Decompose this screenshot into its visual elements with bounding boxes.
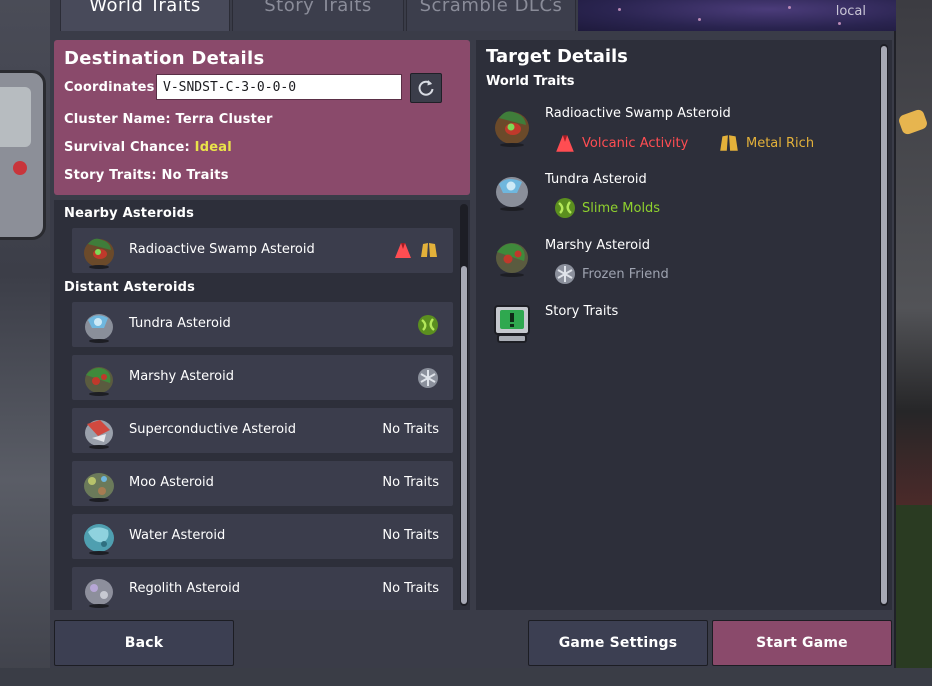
distant-asteroids-title: Distant Asteroids bbox=[64, 280, 196, 295]
back-button[interactable]: Back bbox=[54, 620, 234, 666]
asteroid-list-panel[interactable]: Nearby Asteroids Radioactive Swamp Aster… bbox=[54, 200, 470, 610]
background-left bbox=[0, 0, 52, 686]
world-traits-heading: World Traits bbox=[486, 74, 575, 89]
background-machine-light bbox=[13, 161, 27, 175]
tab-banner-text: local bbox=[835, 4, 866, 19]
destination-details-title: Destination Details bbox=[64, 48, 265, 69]
volcanic-activity-icon bbox=[556, 135, 574, 152]
cluster-setup-window: World Traits Story Traits Scramble DLCs … bbox=[50, 0, 896, 668]
asteroid-name: Tundra Asteroid bbox=[129, 316, 231, 331]
target-asteroid-name: Radioactive Swamp Asteroid bbox=[545, 106, 731, 121]
survival-chance-row: Survival Chance: Ideal bbox=[64, 140, 232, 155]
slime-molds-icon bbox=[555, 198, 575, 218]
asteroid-row-marshy[interactable]: Marshy Asteroid bbox=[72, 355, 453, 400]
tundra-asteroid-icon bbox=[496, 177, 528, 211]
background-poster bbox=[894, 505, 932, 686]
volcanic-activity-icon bbox=[395, 243, 411, 258]
tundra-asteroid-icon bbox=[85, 314, 113, 343]
asteroid-traits-text: No Traits bbox=[382, 422, 439, 437]
start-game-button[interactable]: Start Game bbox=[712, 620, 892, 666]
target-asteroid-name: Tundra Asteroid bbox=[545, 172, 647, 187]
asteroid-traits-text: No Traits bbox=[382, 475, 439, 490]
target-details-panel: Target Details World Traits Radioactive … bbox=[476, 40, 892, 610]
target-asteroid-name: Marshy Asteroid bbox=[545, 238, 651, 253]
trait-frozen-friend: Frozen Friend bbox=[554, 263, 669, 285]
metal-rich-icon bbox=[421, 243, 437, 257]
background-machine bbox=[0, 70, 46, 240]
background-bottom bbox=[0, 668, 932, 686]
trait-label: Volcanic Activity bbox=[582, 135, 689, 151]
asteroid-trait-icons bbox=[417, 314, 439, 336]
tab-banner: local bbox=[578, 0, 896, 31]
asteroid-name: Moo Asteroid bbox=[129, 475, 214, 490]
trait-slime-molds: Slime Molds bbox=[554, 197, 660, 219]
cluster-name-value: Terra Cluster bbox=[175, 112, 273, 127]
cluster-name-row: Cluster Name: Terra Cluster bbox=[64, 112, 273, 127]
target-details-title: Target Details bbox=[486, 46, 628, 67]
trait-label: Metal Rich bbox=[746, 135, 815, 151]
tab-world-traits-label: World Traits bbox=[89, 0, 201, 16]
cluster-name-label: Cluster Name: bbox=[64, 112, 171, 127]
tab-scramble-dlcs[interactable]: Scramble DLCs bbox=[406, 0, 576, 31]
asteroid-row-tundra[interactable]: Tundra Asteroid bbox=[72, 302, 453, 347]
asteroid-trait-icons bbox=[417, 367, 439, 389]
asteroid-row-moo[interactable]: Moo Asteroid No Traits bbox=[72, 461, 453, 506]
asteroid-row-water[interactable]: Water Asteroid No Traits bbox=[72, 514, 453, 559]
story-traits-label: Story Traits: bbox=[64, 168, 157, 183]
asteroid-name: Water Asteroid bbox=[129, 528, 226, 543]
slime-molds-icon bbox=[418, 315, 438, 335]
asteroid-row-radioactive-swamp[interactable]: Radioactive Swamp Asteroid bbox=[72, 228, 453, 273]
story-traits-value: No Traits bbox=[161, 168, 229, 183]
background-right bbox=[890, 0, 932, 686]
metal-rich-icon bbox=[720, 135, 738, 151]
asteroid-list-scrollbar[interactable] bbox=[460, 204, 468, 606]
destination-details-panel: Destination Details Coordinates: Cluster… bbox=[54, 40, 470, 195]
regolith-asteroid-icon bbox=[85, 579, 113, 608]
frozen-friend-icon bbox=[555, 264, 575, 284]
marshy-asteroid-icon bbox=[85, 367, 113, 396]
frozen-friend-icon bbox=[418, 368, 438, 388]
tab-scramble-dlcs-label: Scramble DLCs bbox=[419, 0, 563, 16]
tab-story-traits[interactable]: Story Traits bbox=[232, 0, 404, 31]
reroll-coordinates-button[interactable] bbox=[410, 73, 442, 103]
trait-label: Frozen Friend bbox=[582, 266, 669, 282]
asteroid-list-scrollbar-thumb[interactable] bbox=[461, 266, 467, 604]
water-asteroid-icon bbox=[84, 524, 114, 555]
computer-terminal-icon bbox=[494, 305, 530, 343]
game-settings-button[interactable]: Game Settings bbox=[528, 620, 708, 666]
coordinates-label: Coordinates: bbox=[64, 80, 160, 95]
nearby-asteroids-title: Nearby Asteroids bbox=[64, 206, 195, 221]
radioactive-swamp-asteroid-icon bbox=[495, 111, 529, 147]
story-traits-label: Story Traits bbox=[545, 304, 619, 319]
coordinates-field[interactable] bbox=[156, 74, 402, 100]
asteroid-name: Marshy Asteroid bbox=[129, 369, 235, 384]
tab-story-traits-label: Story Traits bbox=[264, 0, 372, 16]
background-machine-screen bbox=[0, 87, 31, 147]
moo-asteroid-icon bbox=[84, 473, 114, 502]
asteroid-traits-text: No Traits bbox=[382, 528, 439, 543]
asteroid-name: Radioactive Swamp Asteroid bbox=[129, 242, 315, 257]
trait-label: Slime Molds bbox=[582, 200, 661, 216]
tab-world-traits[interactable]: World Traits bbox=[60, 0, 230, 31]
trait-volcanic-activity: Volcanic Activity bbox=[554, 132, 688, 154]
refresh-icon bbox=[418, 80, 434, 96]
asteroid-row-regolith[interactable]: Regolith Asteroid No Traits bbox=[72, 567, 453, 610]
background-duplicant-hand bbox=[897, 108, 929, 136]
asteroid-trait-icons bbox=[393, 240, 439, 260]
asteroid-name: Superconductive Asteroid bbox=[129, 422, 296, 437]
asteroid-name: Regolith Asteroid bbox=[129, 581, 240, 596]
marshy-asteroid-icon bbox=[496, 243, 528, 277]
asteroid-row-superconductive[interactable]: Superconductive Asteroid No Traits bbox=[72, 408, 453, 453]
superconductive-asteroid-icon bbox=[85, 420, 113, 449]
tab-bar: World Traits Story Traits Scramble DLCs … bbox=[50, 0, 896, 31]
radioactive-swamp-asteroid-icon bbox=[84, 238, 114, 269]
trait-metal-rich: Metal Rich bbox=[718, 132, 814, 154]
asteroid-traits-text: No Traits bbox=[382, 581, 439, 596]
story-traits-row: Story Traits: No Traits bbox=[64, 168, 229, 183]
survival-chance-label: Survival Chance: bbox=[64, 140, 190, 155]
target-details-scrollbar[interactable] bbox=[880, 44, 888, 606]
target-details-scrollbar-thumb[interactable] bbox=[881, 46, 887, 604]
survival-chance-value: Ideal bbox=[194, 140, 232, 155]
